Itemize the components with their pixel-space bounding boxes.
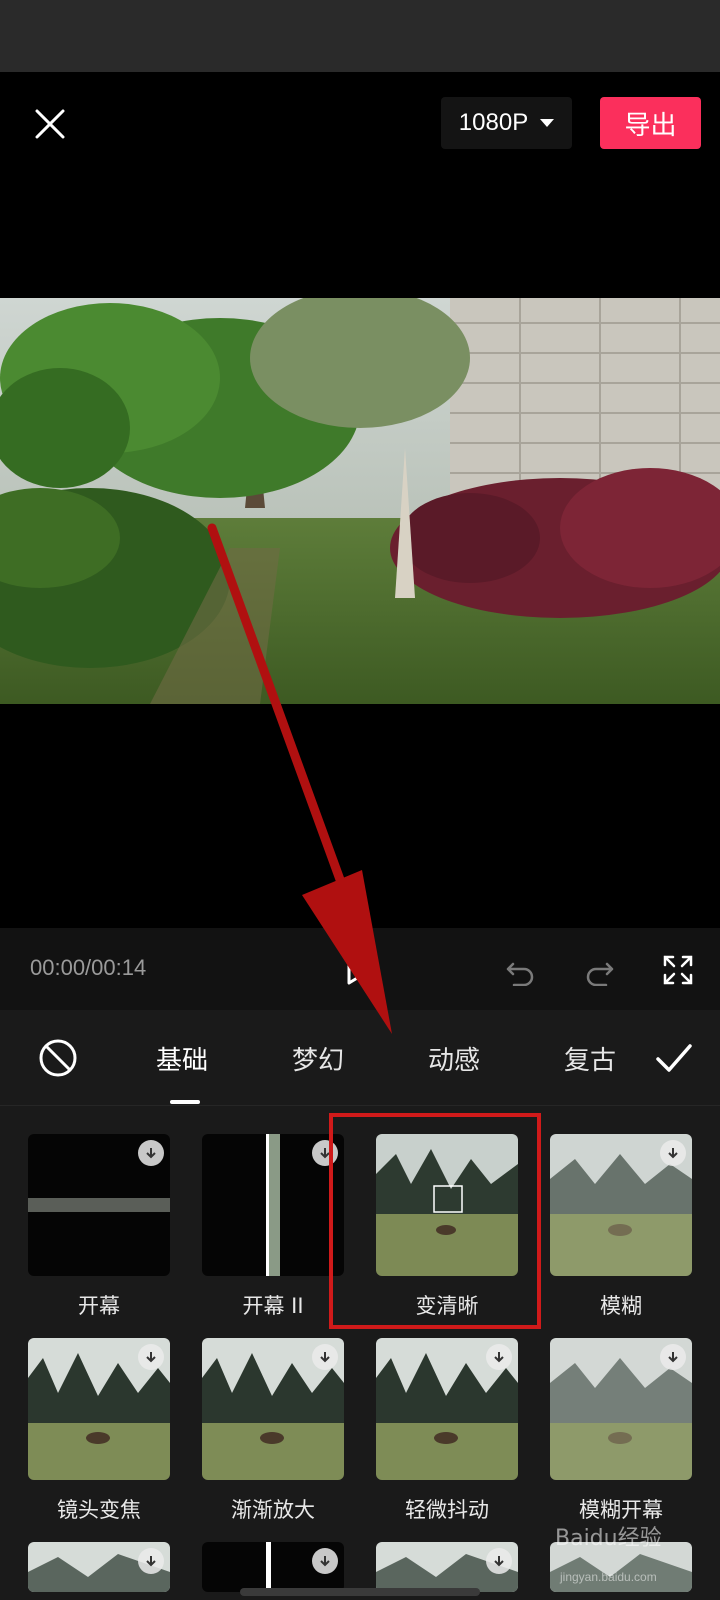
tab-retro[interactable]: 复古 (564, 1040, 616, 1077)
close-icon[interactable] (30, 104, 70, 144)
highlight-annotation-box (329, 1113, 541, 1329)
tab-basic[interactable]: 基础 (156, 1040, 208, 1077)
effect-thumb[interactable] (28, 1542, 170, 1592)
download-icon[interactable] (486, 1548, 512, 1574)
watermark-brand: Baidu经验 (555, 1526, 662, 1551)
effect-thumb-blur-opening[interactable] (550, 1338, 692, 1480)
download-icon[interactable] (138, 1140, 164, 1166)
download-icon[interactable] (312, 1548, 338, 1574)
fullscreen-icon[interactable] (662, 954, 694, 990)
effect-thumb-opening[interactable] (28, 1134, 170, 1276)
download-icon[interactable] (660, 1344, 686, 1370)
timecode: 00:00/00:14 (30, 955, 147, 980)
no-effect-icon[interactable] (38, 1038, 78, 1082)
undo-icon[interactable] (504, 954, 536, 990)
effect-thumb-opening-ii[interactable] (202, 1134, 344, 1276)
home-indicator[interactable] (240, 1588, 480, 1596)
effect-thumb[interactable] (202, 1542, 344, 1592)
confirm-check-icon[interactable] (654, 1040, 694, 1080)
effect-thumb-shake[interactable] (376, 1338, 518, 1480)
tab-dynamic[interactable]: 动感 (428, 1040, 480, 1077)
tab-dreamy[interactable]: 梦幻 (292, 1040, 344, 1077)
download-icon[interactable] (660, 1140, 686, 1166)
effect-thumb-lens-zoom[interactable] (28, 1338, 170, 1480)
status-bar (0, 0, 720, 72)
caret-down-icon (540, 119, 555, 127)
effect-thumb-zoom-in[interactable] (202, 1338, 344, 1480)
download-icon[interactable] (138, 1344, 164, 1370)
effect-label: 轻微抖动 (405, 1498, 489, 1522)
effect-label: 模糊 (600, 1294, 642, 1318)
resolution-dropdown[interactable]: 1080P (441, 97, 572, 149)
effect-thumb[interactable] (376, 1542, 518, 1592)
effect-label: 镜头变焦 (57, 1498, 141, 1522)
download-icon[interactable] (486, 1344, 512, 1370)
download-icon[interactable] (138, 1548, 164, 1574)
effect-label: 开幕 (78, 1294, 120, 1318)
effect-label: 渐渐放大 (231, 1498, 315, 1522)
download-icon[interactable] (312, 1344, 338, 1370)
redo-icon[interactable] (584, 954, 616, 990)
video-preview[interactable] (0, 298, 720, 704)
play-icon[interactable] (345, 952, 375, 990)
effect-thumb-blur[interactable] (550, 1134, 692, 1276)
active-tab-indicator (170, 1100, 200, 1104)
export-button[interactable]: 导出 (600, 97, 701, 149)
resolution-label: 1080P (458, 109, 529, 136)
watermark-url: jingyan.baidu.com (560, 1570, 657, 1584)
